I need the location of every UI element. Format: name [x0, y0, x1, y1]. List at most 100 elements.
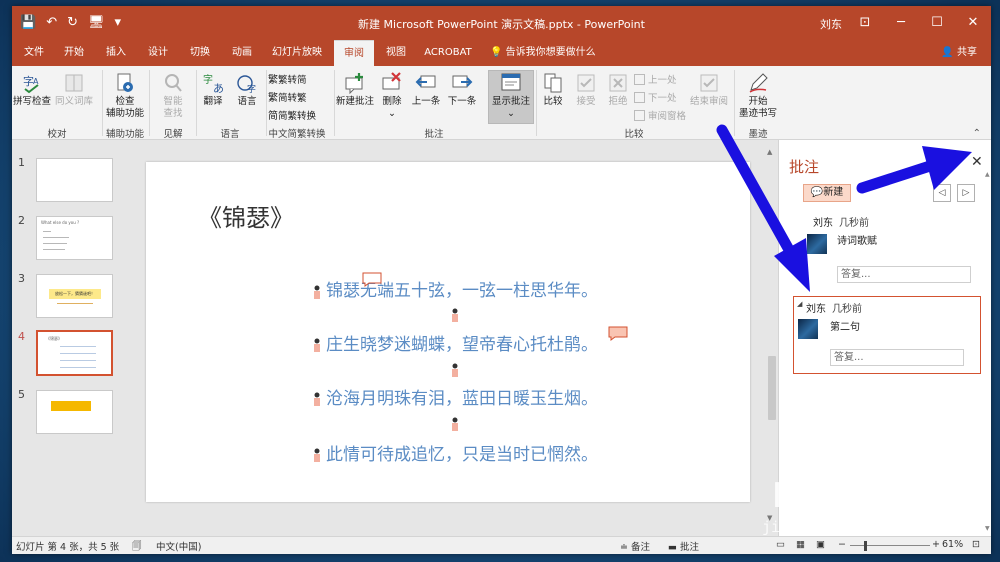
reject-button[interactable]: 拒绝	[602, 72, 634, 108]
check-accessibility-button[interactable]: 检查 辅助功能	[102, 72, 148, 120]
svg-text:A: A	[33, 77, 39, 86]
end-review-button[interactable]: 结束审阅	[688, 72, 730, 108]
pane-options-icon[interactable]: ▼	[949, 158, 956, 168]
tell-me-label: 告诉我你想要做什么	[505, 47, 596, 58]
reply-input[interactable]: 答复...	[830, 349, 964, 366]
simp-trad-icon: 繁	[268, 93, 278, 104]
minimize-icon[interactable]: ─	[883, 6, 919, 40]
previous-change-button[interactable]: 上一处	[634, 74, 677, 88]
close-pane-icon[interactable]: ✕	[971, 154, 983, 170]
account-name[interactable]: 刘东	[820, 16, 842, 32]
convert-simp-trad-label: 简繁转换	[278, 111, 317, 122]
tab-file[interactable]: 文件	[16, 40, 52, 66]
smart-lookup-button[interactable]: 智能 查找	[150, 72, 196, 120]
translate-button[interactable]: 字あ 翻译	[196, 72, 230, 108]
simp-to-trad-button[interactable]: 繁简转繁	[268, 92, 307, 106]
previous-comment-pane-icon[interactable]: ◁	[933, 184, 951, 202]
tab-design[interactable]: 设计	[140, 40, 176, 66]
convert-simp-trad-button[interactable]: 简简繁转换	[268, 110, 316, 124]
slide-counter: 幻灯片 第 4 张，共 5 张	[16, 542, 120, 553]
comment-text: 第二句	[830, 322, 860, 333]
avatar	[807, 234, 827, 254]
tell-me-search[interactable]: 💡 告诉我你想要做什么	[490, 40, 596, 66]
compare-button[interactable]: 比较	[536, 72, 570, 108]
scroll-up-icon[interactable]: ▲	[767, 148, 772, 156]
delete-comment-button[interactable]: 删除 ⌄	[376, 72, 408, 120]
new-button-label: 新建	[823, 187, 844, 198]
slide-title[interactable]: 《锦瑟》	[198, 198, 294, 233]
tab-insert[interactable]: 插入	[98, 40, 134, 66]
thumb-line	[43, 237, 69, 238]
comment-marker-icon[interactable]	[312, 285, 322, 299]
pane-scrollbar[interactable]: ▲▼	[985, 170, 991, 532]
language-status[interactable]: 中文(中国)	[156, 539, 201, 553]
comment-bubble-icon[interactable]	[362, 272, 382, 287]
comments-status-button[interactable]: ▬ 批注	[668, 539, 699, 553]
svg-text:▲: ▲	[985, 171, 990, 178]
watermark-url: jingyan.baidu.com	[762, 518, 916, 536]
start-inking-label-2: 墨迹书写	[738, 108, 777, 119]
zoom-slider-thumb[interactable]	[864, 541, 867, 551]
tab-view[interactable]: 视图	[378, 40, 414, 66]
poem-line-4[interactable]: 此情可待成追忆，只是当时已惘然。	[326, 440, 598, 465]
tab-home[interactable]: 开始	[56, 40, 92, 66]
notes-button[interactable]: ≐ 备注	[620, 539, 650, 553]
chevron-down-icon: ⌄	[388, 108, 396, 119]
maximize-icon[interactable]: ☐	[919, 6, 955, 40]
book-icon	[65, 74, 83, 92]
poem-line-3[interactable]: 沧海月明珠有泪，蓝田日暖玉生烟。	[326, 384, 598, 409]
spelling-status-icon[interactable]: 🗐	[132, 539, 142, 554]
comment-marker-icon[interactable]	[312, 338, 322, 352]
reviewing-pane-button[interactable]: 审阅窗格	[634, 110, 686, 124]
compare-icon	[544, 73, 562, 93]
tab-animations[interactable]: 动画	[224, 40, 260, 66]
slide-thumbnail-4[interactable]: 《锦瑟》	[36, 330, 113, 376]
thesaurus-button[interactable]: 同义词库	[54, 72, 94, 108]
comment-marker-icon[interactable]	[312, 448, 322, 462]
slide-thumbnail-5[interactable]	[36, 390, 113, 434]
new-comment-pane-button[interactable]: 💬新建	[803, 184, 851, 202]
scrollbar-thumb[interactable]	[768, 356, 776, 420]
close-window-icon[interactable]: ✕	[955, 6, 991, 40]
comment-thread-1[interactable]: 刘东 几秒前 诗词歌赋 答复...	[793, 212, 981, 283]
trad-to-simp-button[interactable]: 繁繁转简	[268, 74, 307, 88]
reply-input[interactable]: 答复...	[837, 266, 971, 283]
next-comment-pane-icon[interactable]: ▷	[957, 184, 975, 202]
slide-thumbnail-1[interactable]	[36, 158, 113, 202]
window-title: 新建 Microsoft PowerPoint 演示文稿.pptx - Powe…	[358, 18, 645, 31]
thumb-number: 2	[18, 214, 25, 227]
share-button[interactable]: 👤 共享	[941, 40, 977, 66]
comment-thread-2[interactable]: ◢ 刘东 几秒前 第二句 答复...	[793, 296, 981, 374]
language-button[interactable]: 字 语言	[230, 72, 264, 108]
tab-review[interactable]: 审阅	[334, 40, 374, 66]
next-icon	[452, 75, 473, 88]
previous-comment-button[interactable]: 上一条	[408, 72, 444, 108]
next-comment-button[interactable]: 下一条	[444, 72, 480, 108]
next-change-button[interactable]: 下一处	[634, 92, 677, 106]
comment-marker-icon[interactable]	[450, 363, 460, 377]
lightbulb-icon: 💡	[490, 47, 506, 58]
tab-slideshow[interactable]: 幻灯片放映	[266, 40, 328, 66]
accept-button[interactable]: 接受	[570, 72, 602, 108]
spell-check-button[interactable]: 字A 拼写检查	[12, 72, 52, 108]
delete-icon	[382, 72, 401, 90]
comment-marker-icon[interactable]	[450, 308, 460, 322]
new-comment-button[interactable]: 新建批注	[334, 72, 376, 108]
zoom-slider-track[interactable]	[850, 545, 930, 546]
ribbon-display-icon[interactable]: ⊡	[847, 6, 883, 40]
slide-thumbnail-2[interactable]: What else do you ?	[36, 216, 113, 260]
slide-thumbnail-3[interactable]: 放松一下，猜猜谜吧！	[36, 274, 113, 318]
comment-marker-icon[interactable]	[450, 417, 460, 431]
window-controls: ⊡ ─ ☐ ✕	[847, 6, 991, 40]
poem-line-2[interactable]: 庄生晓梦迷蝴蝶，望帝春心托杜鹃。	[326, 330, 598, 355]
tab-transitions[interactable]: 切换	[182, 40, 218, 66]
current-slide[interactable]: 《锦瑟》 锦瑟无端五十弦，一弦一柱思华年。 庄生晓梦迷蝴蝶，望帝春心托杜鹃。 沧…	[146, 162, 750, 502]
comment-marker-icon[interactable]	[312, 392, 322, 406]
collapse-triangle-icon[interactable]: ◢	[797, 300, 802, 308]
comment-bubble-selected-icon[interactable]	[608, 326, 628, 341]
show-comments-button[interactable]: 显示批注 ⌄	[488, 72, 534, 120]
thesaurus-label: 同义词库	[54, 96, 93, 107]
start-inking-button[interactable]: 开始 墨迹书写	[734, 72, 782, 120]
tab-acrobat[interactable]: ACROBAT	[418, 40, 478, 66]
collapse-ribbon-icon[interactable]: ⌃	[973, 128, 981, 139]
